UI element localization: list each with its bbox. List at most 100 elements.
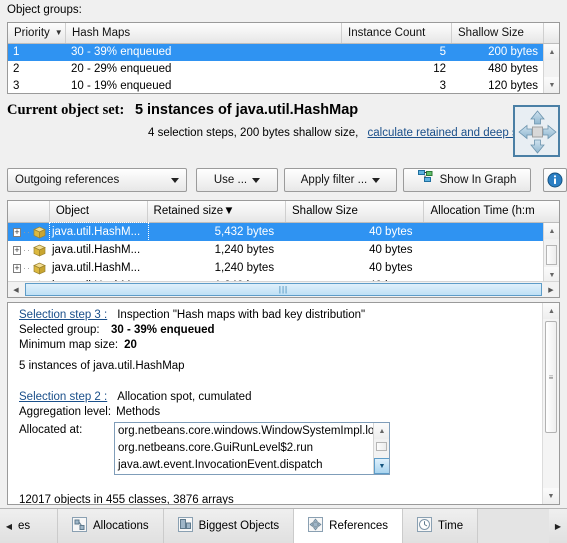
cell-shallow-size: 40 bytes [369,226,413,238]
list-item[interactable]: org.netbeans.core.windows.WindowSystemIm… [115,423,387,440]
allocated-at-list[interactable]: org.netbeans.core.windows.WindowSystemIm… [114,422,390,475]
tree-vertical-scrollbar[interactable]: ▲ ▼ [543,223,559,283]
references-tree-table[interactable]: Object Retained size▼ Shallow Size Alloc… [7,200,560,298]
scroll-up-button[interactable]: ▲ [544,223,559,239]
selection-summary-text: 4 selection steps, 200 bytes shallow siz… [148,127,359,139]
four-way-arrow-icon[interactable] [513,105,560,157]
chevron-up-icon: ▲ [548,48,556,56]
object-groups-table[interactable]: Priority ▼ Hash Maps Instance Count Shall… [7,22,560,94]
tab-time[interactable]: Time [402,509,479,543]
grip-icon: ||| [278,285,289,294]
tree-row[interactable]: + ·· java.util.HashM... 5,432 bytes 40 bytes [8,222,559,242]
allocated-at-scrollbar[interactable]: ▲ ▼ [373,423,389,474]
sort-descending-icon: ▼ [223,205,235,217]
clock-icon [416,517,432,535]
tab-label: References [329,520,388,532]
reference-toolbar: Outgoing references Use ... Apply filter… [7,168,567,193]
scrollbar-thumb[interactable] [376,442,387,451]
scroll-up-button[interactable]: ▲ [543,303,559,319]
show-in-graph-label: Show In Graph [439,174,517,186]
table-row[interactable]: 1 30 - 39% enqueued 5 200 bytes [8,44,559,61]
cell-shallow-size: 40 bytes [369,244,413,256]
allocated-at-label: Allocated at: [19,424,83,436]
column-header-hash-maps[interactable]: Hash Maps [66,23,342,43]
four-way-arrow-svg [518,110,557,154]
chevron-right-icon: ▶ [554,521,562,531]
cell-shallow-size: 120 bytes [488,80,538,92]
expand-toggle-icon[interactable]: + [13,245,21,255]
scroll-up-button[interactable]: ▲ [374,423,389,439]
selected-group-row: Selected group: 30 - 39% enqueued [19,324,542,336]
object-cube-svg [33,262,46,275]
column-header-shallow-size[interactable]: Shallow Size [452,23,544,43]
aggregation-level-label: Aggregation level: [19,406,112,418]
tabs-scroll-right-button[interactable]: ▶ [549,509,567,543]
scroll-down-button[interactable]: ▼ [544,77,559,93]
column-header-priority[interactable]: Priority ▼ [8,23,66,43]
tab-allocations[interactable]: Allocations [58,509,164,543]
expand-toggle-icon[interactable]: + [13,263,21,273]
column-header-shallow-size[interactable]: Shallow Size [286,201,425,222]
detail-vertical-scrollbar[interactable]: ▲ ≡ ▼ [542,303,559,504]
object-cube-icon [33,262,46,275]
tab-references[interactable]: References [294,509,403,543]
list-item[interactable]: java.awt.event.InvocationEvent.dispatch [115,457,372,474]
reference-mode-combo[interactable]: Outgoing references [7,168,187,192]
tree-connector-icon: ·· [23,263,31,273]
cell-retained-size: 1,240 bytes [214,244,275,256]
tab-biggest-objects[interactable]: Biggest Objects [163,509,295,543]
current-object-set-title: Current object set: 5 instances of java.… [7,102,358,119]
selected-group-value: 30 - 39% enqueued [111,324,215,336]
expand-toggle-icon[interactable]: + [13,227,21,237]
tree-header-row: Object Retained size▼ Shallow Size Alloc… [8,201,559,223]
cell-retained-size: 5,432 bytes [214,226,275,238]
table-row[interactable]: 2 20 - 29% enqueued 12 480 bytes [8,61,559,78]
scroll-up-button[interactable]: ▲ [544,44,559,60]
column-header-allocation-time[interactable]: Allocation Time (h:m [424,201,559,222]
show-in-graph-button[interactable]: Show In Graph [403,168,531,192]
info-button[interactable] [543,168,567,192]
tree-row[interactable]: + ·· java.util.HashM... 1,240 bytes 40 bytes [8,241,559,259]
tabs-host: Allocations Biggest Objects References Time [58,509,549,543]
scroll-down-button[interactable]: ▼ [374,458,389,474]
cell-shallow-size: 40 bytes [369,262,413,274]
tabs-scroll-left-button[interactable]: ◀ [0,509,18,543]
selection-step-3-row: Selection step 3 : Inspection "Hash maps… [19,309,542,321]
chevron-down-icon [171,178,179,183]
tree-row[interactable]: + ·· java.util.HashM... 1,240 bytes 40 bytes [8,259,559,277]
scroll-left-button[interactable]: ◀ [8,286,24,294]
calculate-retained-deep-size-link[interactable]: calculate retained and deep size [368,127,533,139]
column-header-object[interactable]: Object [50,201,148,222]
tree-connector-icon: ·· [23,227,31,237]
apply-filter-button[interactable]: Apply filter ... [284,168,397,192]
jprofiler-heap-walker-window: Object groups: Priority ▼ Hash Maps Insta… [0,0,567,543]
list-item[interactable]: org.netbeans.core.GuiRunLevel$2.run [115,440,372,457]
tab-label: Time [437,520,464,532]
scrollbar-thumb[interactable] [546,245,557,265]
tab-label: Allocations [93,520,149,532]
minimum-map-size-label: Minimum map size: [19,339,119,351]
tree-gutter: +·· [8,259,50,277]
use-button[interactable]: Use ... [196,168,278,192]
tree-horizontal-scrollbar[interactable]: ◀ ||| ▶ [8,281,559,297]
cell-group: 10 - 19% enqueued [71,80,172,92]
object-groups-vertical-scrollbar[interactable]: ▲ ▼ [543,44,559,93]
column-header-retained-size[interactable]: Retained size▼ [148,201,286,222]
table-row[interactable]: 3 10 - 19% enqueued 3 120 bytes [8,78,559,93]
tab-clipped-previous[interactable]: es [18,509,58,543]
scroll-down-button[interactable]: ▼ [543,488,559,504]
scrollbar-thumb[interactable]: ≡ [545,321,557,433]
chevron-up-icon: ▲ [378,427,386,435]
column-header-instance-count[interactable]: Instance Count [342,23,452,43]
selection-step-2-link[interactable]: Selection step 2 : [19,391,107,403]
selection-step-3-link[interactable]: Selection step 3 : [19,309,107,321]
tree-connector-icon: ·· [23,245,31,255]
tab-label: Biggest Objects [198,520,280,532]
instances-summary-row: 5 instances of java.util.HashMap [19,360,542,372]
scroll-right-button[interactable]: ▶ [543,286,559,294]
minimum-map-size-value: 20 [124,339,137,351]
use-button-label: Use ... [213,174,248,186]
cell-group: 20 - 29% enqueued [71,63,172,75]
scrollbar-thumb[interactable]: ||| [25,283,542,296]
view-tab-bar: ◀ es Allocations Biggest Objects Reference… [0,508,567,543]
